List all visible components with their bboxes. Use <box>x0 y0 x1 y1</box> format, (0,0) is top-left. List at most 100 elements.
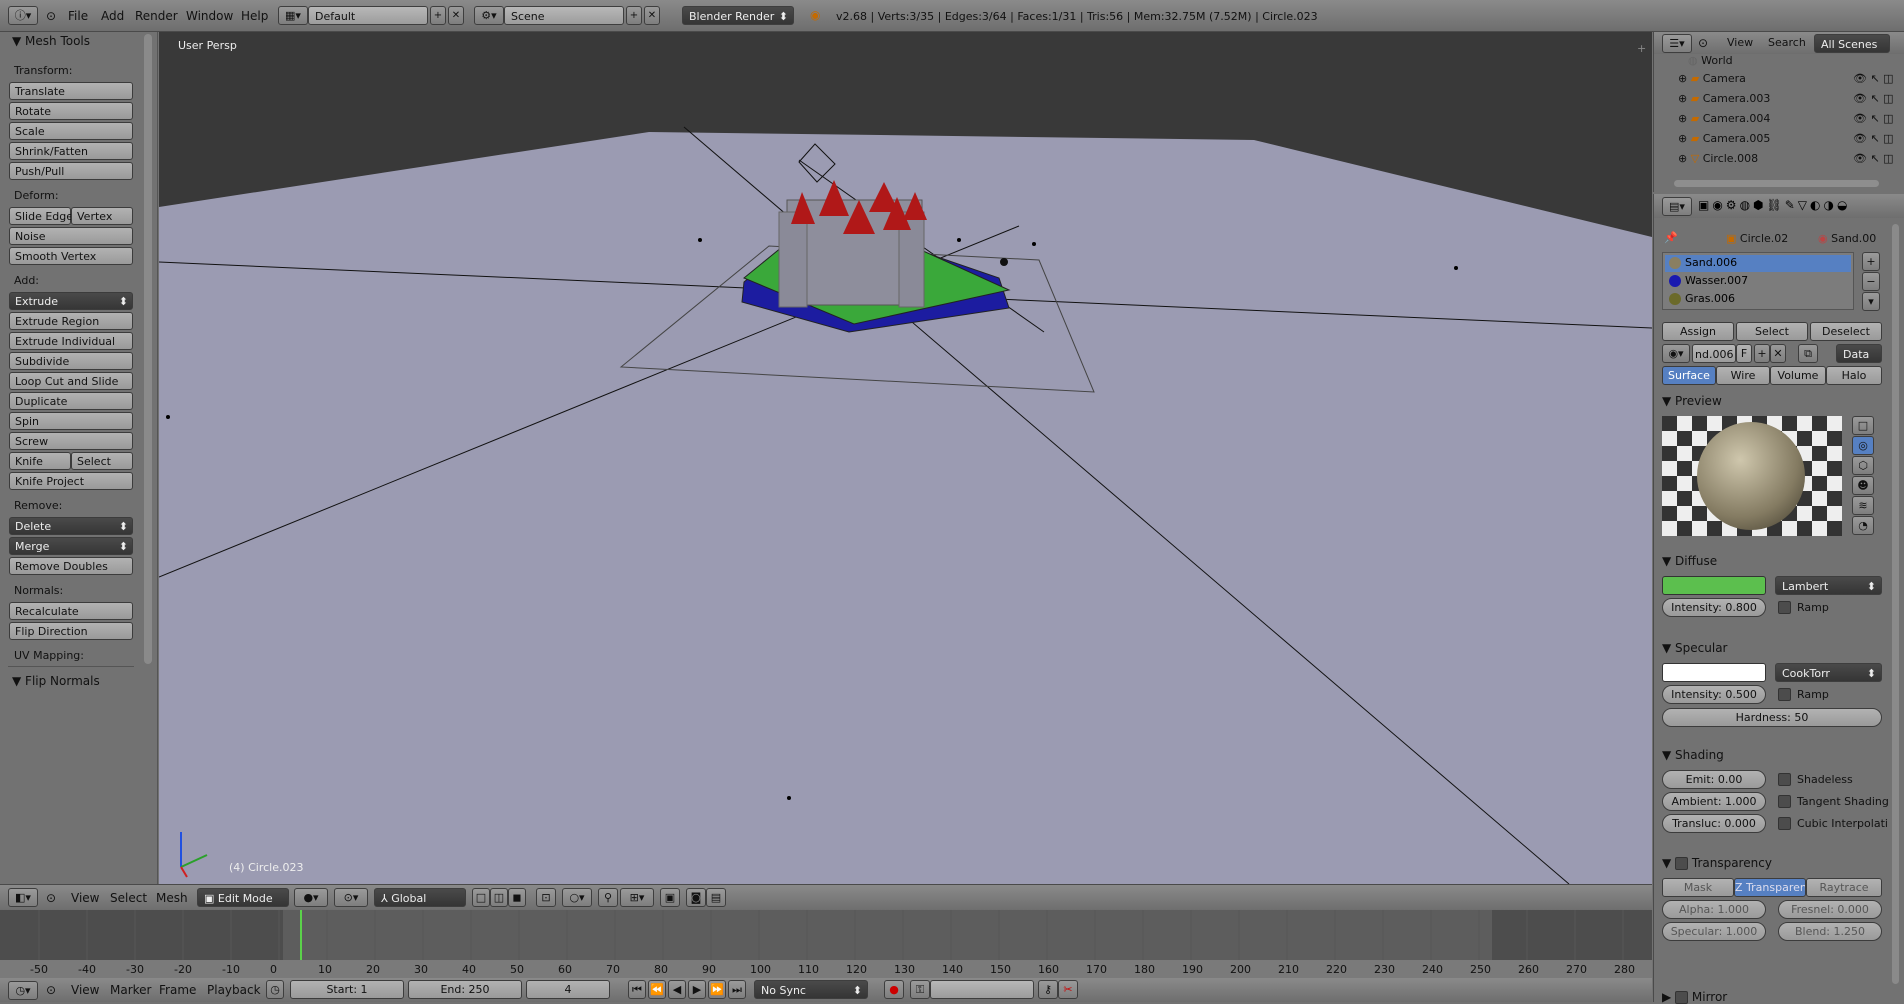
end-frame-field[interactable]: End: 250 <box>408 980 522 999</box>
keying-set-icon[interactable]: ⚿ <box>910 980 930 999</box>
preview-monkey-icon[interactable]: ☻ <box>1852 476 1874 495</box>
timeline-menu-view[interactable]: View <box>71 983 99 997</box>
viewport-shading-icon[interactable]: ●▾ <box>294 888 328 907</box>
blend-field[interactable]: Blend: 1.250 <box>1778 922 1882 941</box>
scene-icon[interactable]: ⚙▾ <box>474 6 504 25</box>
render-anim-icon[interactable]: ▤ <box>706 888 726 907</box>
loop-cut-button[interactable]: Loop Cut and Slide <box>9 372 133 390</box>
alpha-field[interactable]: Alpha: 1.000 <box>1662 900 1766 919</box>
delete-keyframe-icon[interactable]: ✂ <box>1058 980 1078 999</box>
editor-type-icon[interactable]: ◧▾ <box>8 888 38 907</box>
node-icon[interactable]: ⧉ <box>1798 344 1818 363</box>
preview-range-icon[interactable]: ◷ <box>266 980 284 999</box>
diffuse-panel-header[interactable]: ▼ Diffuse <box>1662 554 1717 568</box>
delete-screen-icon[interactable]: ✕ <box>448 6 464 25</box>
tab-raytrace[interactable]: Raytrace <box>1806 878 1882 897</box>
flip-normals-header[interactable]: ▼ Flip Normals <box>12 674 100 688</box>
preview-panel-header[interactable]: ▼ Preview <box>1662 394 1722 408</box>
noise-button[interactable]: Noise <box>9 227 133 245</box>
material-browse-icon[interactable]: ◉▾ <box>1662 344 1690 363</box>
shadeless-checkbox[interactable] <box>1778 773 1791 786</box>
material-name-field[interactable]: nd.006 <box>1692 344 1736 363</box>
fake-user-button[interactable]: F <box>1736 344 1752 363</box>
specular-alpha-field[interactable]: Specular: 1.000 <box>1662 922 1766 941</box>
knife-project-button[interactable]: Knife Project <box>9 472 133 490</box>
orientation-select[interactable]: ⅄ Global <box>374 888 466 907</box>
timeline-menu-marker[interactable]: Marker <box>110 983 151 997</box>
new-material-icon[interactable]: + <box>1754 344 1770 363</box>
preview-hair-icon[interactable]: ≋ <box>1852 496 1874 515</box>
mode-select[interactable]: ▣ Edit Mode <box>197 888 289 907</box>
menu-add[interactable]: Add <box>101 9 124 23</box>
collapse-icon[interactable]: ⊙ <box>1698 36 1708 50</box>
breadcrumb-material[interactable]: ◉ Sand.00 <box>1818 232 1876 245</box>
current-frame-field[interactable]: 4 <box>526 980 610 999</box>
edge-select-icon[interactable]: ◫ <box>490 888 508 907</box>
menu-select[interactable]: Select <box>110 891 147 905</box>
specular-panel-header[interactable]: ▼ Specular <box>1662 641 1728 655</box>
snap-icon[interactable]: ⚲ <box>598 888 618 907</box>
menu-view[interactable]: View <box>71 891 99 905</box>
add-slot-icon[interactable]: + <box>1862 252 1880 271</box>
preview-flat-icon[interactable]: □ <box>1852 416 1874 435</box>
mirror-checkbox[interactable] <box>1675 991 1689 1004</box>
delete-scene-icon[interactable]: ✕ <box>644 6 660 25</box>
pivot-point-icon[interactable]: ⊙▾ <box>334 888 368 907</box>
jump-start-icon[interactable]: ⏮ <box>628 980 646 999</box>
emit-field[interactable]: Emit: 0.00 <box>1662 770 1766 789</box>
assign-button[interactable]: Assign <box>1662 322 1734 341</box>
visibility-icon[interactable]: 👁 ↖ ◫ <box>1853 92 1904 105</box>
transparency-checkbox[interactable] <box>1675 857 1689 870</box>
play-icon[interactable]: ▶ <box>688 980 706 999</box>
smooth-vertex-button[interactable]: Smooth Vertex <box>9 247 133 265</box>
insert-keyframe-icon[interactable]: ⚷ <box>1038 980 1058 999</box>
specular-color-swatch[interactable] <box>1662 663 1766 682</box>
diffuse-ramp-checkbox[interactable] <box>1778 601 1791 614</box>
info-editor-icon[interactable]: ⓘ▾ <box>8 6 38 25</box>
link-data-select[interactable]: Data <box>1836 344 1882 363</box>
pin-icon[interactable]: 📌 <box>1664 231 1678 244</box>
outliner-menu-view[interactable]: View <box>1727 36 1753 49</box>
material-slot-item[interactable]: Sand.006 <box>1665 255 1851 272</box>
subdivide-button[interactable]: Subdivide <box>9 352 133 370</box>
material-slots-list[interactable]: Sand.006 Wasser.007 Gras.006 <box>1662 252 1854 310</box>
properties-toggle-icon[interactable]: + <box>1637 42 1646 55</box>
sync-select[interactable]: No Sync ⬍ <box>754 980 868 999</box>
material-slot-item[interactable]: Wasser.007 <box>1665 273 1851 290</box>
display-mode-select[interactable]: All Scenes <box>1814 34 1890 53</box>
timeline-editor-icon[interactable]: ◷▾ <box>8 981 38 1000</box>
extrude-individual-button[interactable]: Extrude Individual <box>9 332 133 350</box>
menu-mesh[interactable]: Mesh <box>156 891 188 905</box>
specular-intensity-slider[interactable]: Intensity: 0.500 <box>1662 685 1766 704</box>
outliner-item-camera-004[interactable]: ⊕ ▰ Camera.004 👁 ↖ ◫ <box>1678 112 1894 130</box>
timeline[interactable]: -50 -40 -30 -20 -10 0 10 20 30 40 50 60 70 80 90 100 110… <box>0 910 1652 1002</box>
limit-selection-icon[interactable]: ⊡ <box>536 888 556 907</box>
vertex-select-icon[interactable]: □ <box>472 888 490 907</box>
prev-key-icon[interactable]: ⏪ <box>648 980 666 999</box>
slot-specials-icon[interactable]: ▾ <box>1862 292 1880 311</box>
transluc-field[interactable]: Transluc: 0.000 <box>1662 814 1766 833</box>
hardness-field[interactable]: Hardness: 50 <box>1662 708 1882 727</box>
diffuse-color-swatch[interactable] <box>1662 576 1766 595</box>
extrude-region-button[interactable]: Extrude Region <box>9 312 133 330</box>
preview-cube-icon[interactable]: ⬡ <box>1852 456 1874 475</box>
tab-wire[interactable]: Wire <box>1716 366 1770 385</box>
record-icon[interactable]: ● <box>884 980 904 999</box>
outliner-item-camera[interactable]: ⊕ ▰ Camera 👁 ↖ ◫ <box>1678 72 1894 90</box>
outliner-scrollbar[interactable] <box>1674 180 1879 187</box>
visibility-icon[interactable]: 👁 ↖ ◫ <box>1853 112 1904 125</box>
remove-doubles-button[interactable]: Remove Doubles <box>9 557 133 575</box>
outliner-item-camera-003[interactable]: ⊕ ▰ Camera.003 👁 ↖ ◫ <box>1678 92 1894 110</box>
visibility-icon[interactable]: 👁 ↖ ◫ <box>1853 132 1904 145</box>
specular-ramp-checkbox[interactable] <box>1778 688 1791 701</box>
translate-button[interactable]: Translate <box>9 82 133 100</box>
properties-scrollbar[interactable] <box>1892 224 1899 984</box>
collapse-icon[interactable]: ⊙ <box>46 983 56 997</box>
screen-layout-icon[interactable]: ▦▾ <box>278 6 308 25</box>
timeline-menu-frame[interactable]: Frame <box>159 983 196 997</box>
menu-file[interactable]: File <box>68 9 88 23</box>
tab-volume[interactable]: Volume <box>1770 366 1826 385</box>
delete-dropdown[interactable]: Delete ⬍ <box>9 517 133 535</box>
timeline-menu-playback[interactable]: Playback <box>207 983 261 997</box>
spin-button[interactable]: Spin <box>9 412 133 430</box>
